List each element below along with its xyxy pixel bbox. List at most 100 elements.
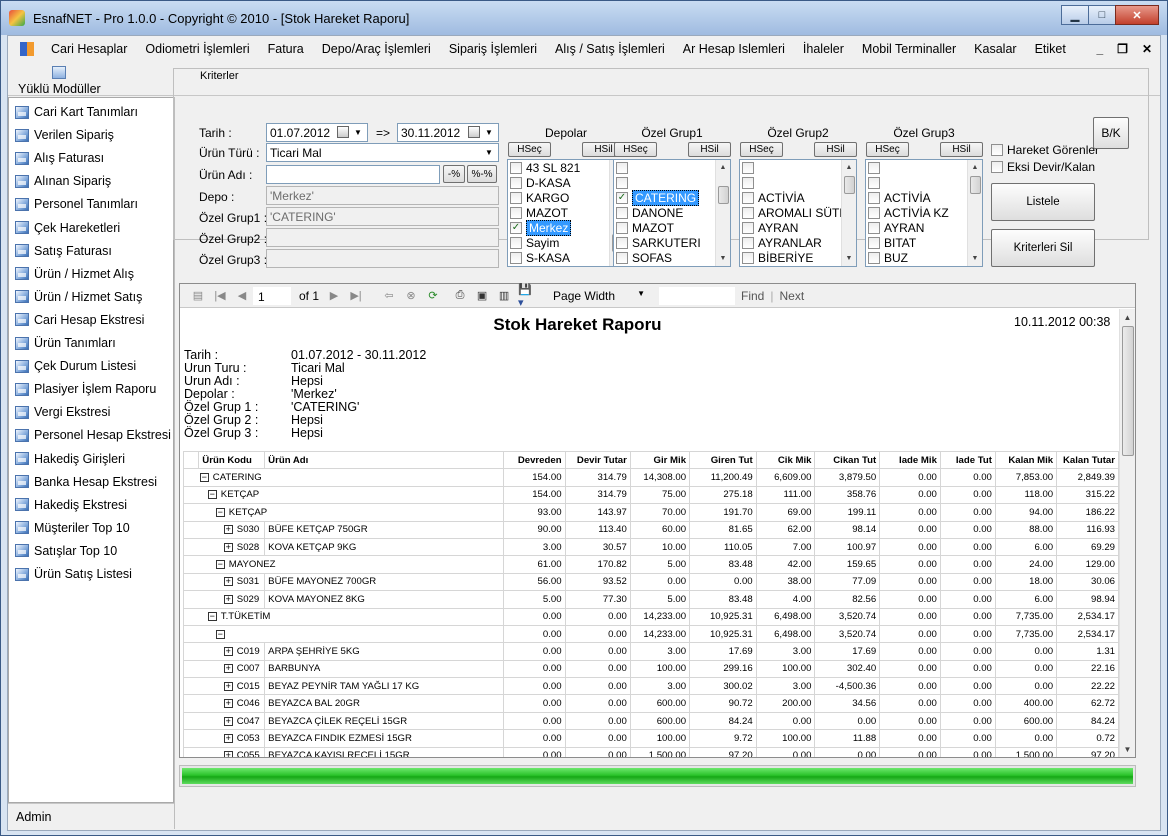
checkbox-icon[interactable] — [616, 236, 628, 249]
hsil-button[interactable]: HSil — [688, 142, 731, 157]
menu-ar-hesap[interactable]: Ar Hesap Islemleri — [674, 42, 794, 56]
collapse-icon[interactable]: − — [199, 473, 209, 483]
filter-listbox[interactable]: ✓ CATERING DANONE MAZOT SARKUTERI SOFAS ▲ ▼ — [613, 159, 731, 267]
sidebar-item[interactable]: Cari Hesap Ekstresi — [15, 310, 144, 330]
table-row[interactable]: + C015 BEYAZ PEYNİR TAM YAĞLI 17 KG 0.00 0.0… — [182, 677, 1119, 696]
checkbox-icon[interactable] — [742, 206, 754, 219]
percent-suffix-button[interactable]: -% — [443, 165, 465, 183]
product-code-cell[interactable]: − T.TÜKETİM — [198, 607, 505, 626]
modules-icon[interactable] — [52, 66, 66, 79]
scroll-thumb[interactable] — [970, 176, 981, 194]
scroll-down-icon[interactable]: ▼ — [716, 251, 730, 266]
refresh-icon[interactable]: ⟳ — [425, 288, 441, 304]
expand-icon[interactable]: + — [223, 525, 233, 535]
hsil-button[interactable]: HSil — [940, 142, 983, 157]
checkbox-icon[interactable] — [742, 251, 754, 264]
product-code-cell[interactable]: − KETÇAP — [198, 485, 505, 505]
column-header[interactable]: Ürün Adı — [264, 450, 505, 470]
checkbox-icon[interactable] — [742, 176, 754, 189]
sidebar-item[interactable]: Hakediş Girişleri — [15, 449, 125, 469]
expand-icon[interactable]: + — [223, 577, 233, 587]
list-item[interactable]: BUZ — [866, 250, 982, 265]
sidebar-item[interactable]: Müşteriler Top 10 — [15, 518, 130, 538]
product-code-cell[interactable]: + S031 — [198, 572, 266, 592]
urun-adi-input[interactable] — [266, 165, 440, 184]
checkbox-icon[interactable] — [742, 191, 754, 204]
hsec-button[interactable]: HSeç — [614, 142, 657, 157]
checkbox-icon[interactable] — [868, 236, 880, 249]
eksi-devir-checkbox[interactable]: Eksi Devir/Kalan — [991, 160, 1095, 174]
document-map-icon[interactable]: ▤ — [190, 288, 206, 304]
expand-icon[interactable]: + — [223, 681, 233, 691]
sidebar-item[interactable]: Cari Kart Tanımları — [15, 102, 138, 122]
list-item[interactable]: 43 SL 821 — [508, 160, 624, 175]
table-row[interactable]: + S029 KOVA MAYONEZ 8KG 5.00 77.30 5.00 83.48 4… — [182, 590, 1119, 609]
table-row[interactable]: − KETÇAP 154.00 314.79 75.00 275.18 111.00 358.… — [182, 485, 1119, 505]
table-row[interactable]: + C055 BEYAZCA KAYISI REÇELİ 15GR 0.00 0.00 1… — [182, 746, 1119, 757]
menu-etiket[interactable]: Etiket — [1026, 42, 1075, 56]
scroll-thumb[interactable] — [844, 176, 855, 194]
product-code-cell[interactable]: + C007 — [198, 659, 266, 679]
kriterleri-sil-button[interactable]: Kriterleri Sil — [991, 229, 1095, 267]
list-item[interactable]: MAZOT — [614, 220, 730, 235]
checkbox-icon[interactable] — [742, 221, 754, 234]
checkbox-icon[interactable] — [868, 176, 880, 189]
table-row[interactable]: + S030 BÜFE KETÇAP 750GR 90.00 113.40 60.00 81… — [182, 520, 1119, 539]
product-code-cell[interactable]: − — [198, 624, 505, 644]
sidebar-item[interactable]: Ürün Satış Listesi — [15, 564, 132, 584]
close-button[interactable]: ✕ — [1115, 5, 1159, 25]
mdi-restore-icon[interactable]: ❐ — [1117, 42, 1128, 56]
checkbox-icon[interactable] — [991, 144, 1003, 156]
stop-icon[interactable]: ⊗ — [403, 288, 419, 304]
bk-button[interactable]: B/K — [1093, 117, 1129, 149]
menu-cari-hesaplar[interactable]: Cari Hesaplar — [42, 42, 136, 56]
find-link[interactable]: Find — [741, 289, 764, 303]
last-page-icon[interactable]: ▶| — [348, 288, 364, 304]
sidebar-item[interactable]: Hakediş Ekstresi — [15, 495, 127, 515]
list-item[interactable]: S-KASA — [508, 250, 624, 265]
sidebar-item[interactable]: Personel Hesap Ekstresi — [15, 425, 171, 445]
product-code-cell[interactable]: − MAYONEZ — [198, 555, 505, 574]
collapse-icon[interactable]: − — [215, 507, 225, 517]
list-item[interactable] — [614, 175, 730, 190]
page-number-input[interactable]: 1 — [253, 286, 291, 305]
checkbox-icon[interactable] — [510, 251, 522, 264]
scroll-up-icon[interactable]: ▲ — [842, 160, 856, 175]
zoom-select[interactable]: Page Width ▼ — [549, 286, 650, 305]
checkbox-icon[interactable] — [510, 161, 522, 174]
hsec-button[interactable]: HSeç — [740, 142, 783, 157]
first-page-icon[interactable]: |◀ — [212, 288, 228, 304]
collapse-icon[interactable]: − — [215, 629, 225, 639]
product-code-cell[interactable]: − CATERING — [198, 468, 505, 487]
checkbox-icon[interactable] — [868, 161, 880, 174]
list-item[interactable]: MAZOT — [508, 205, 624, 220]
product-code-cell[interactable]: + S028 — [198, 537, 266, 557]
table-row[interactable]: + C053 BEYAZCA FINDIK EZMESİ 15GR 0.00 0.00 1… — [182, 729, 1119, 748]
table-row[interactable]: + S028 KOVA KETÇAP 9KG 3.00 30.57 10.00 110.05… — [182, 537, 1119, 557]
expand-icon[interactable]: + — [223, 716, 233, 726]
menu-mobil[interactable]: Mobil Terminaller — [853, 42, 965, 56]
sidebar-item[interactable]: Ürün Tanımları — [15, 333, 116, 353]
product-code-cell[interactable]: + C047 — [198, 711, 266, 731]
sidebar-item[interactable]: Çek Hareketleri — [15, 218, 120, 238]
list-item[interactable]: D-KASA — [508, 175, 624, 190]
checkbox-icon[interactable] — [616, 161, 628, 174]
menu-depo-arac[interactable]: Depo/Araç İşlemleri — [313, 42, 440, 56]
checkbox-icon[interactable] — [868, 206, 880, 219]
table-row[interactable]: − T.TÜKETİM 0.00 0.00 14,233.00 10,925.31 6,49… — [182, 607, 1119, 626]
list-item[interactable] — [866, 160, 982, 175]
list-item[interactable] — [740, 175, 856, 190]
checkbox-icon[interactable] — [510, 236, 522, 249]
table-row[interactable]: + C007 BARBUNYA 0.00 0.00 100.00 299.16 100.00 3… — [182, 659, 1119, 679]
list-item[interactable]: ✓ CATERING — [614, 189, 730, 206]
date-from-picker[interactable]: 01.07.2012 ▼ — [266, 123, 368, 142]
scroll-thumb[interactable] — [718, 186, 729, 204]
hareket-gorenler-checkbox[interactable]: Hareket Görenler — [991, 143, 1099, 157]
checkbox-icon[interactable]: ✓ — [616, 191, 628, 204]
back-icon[interactable]: ⇦ — [381, 288, 397, 304]
sidebar-item[interactable]: Ürün / Hizmet Alış — [15, 264, 134, 284]
modules-label[interactable]: Yüklü Modüller — [18, 82, 101, 96]
list-item[interactable]: ACTİVİA — [740, 190, 856, 205]
checkbox-icon[interactable]: ✓ — [510, 221, 522, 234]
list-item[interactable]: AYRAN — [740, 220, 856, 235]
